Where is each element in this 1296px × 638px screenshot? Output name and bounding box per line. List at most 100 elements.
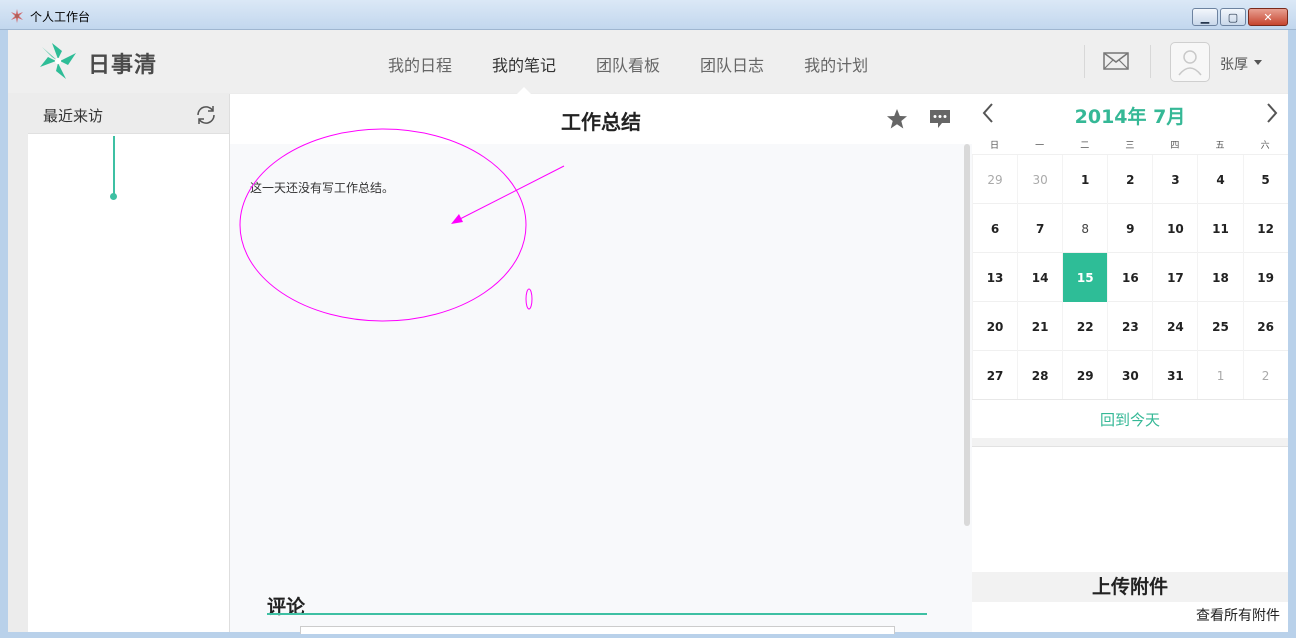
user-icon: [1178, 50, 1202, 76]
calendar-day[interactable]: 29: [972, 155, 1017, 204]
empty-note-text: 这一天还没有写工作总结。: [250, 181, 395, 195]
app-header: 日事清 我的日程 我的笔记 团队看板 团队日志 我的计划 张厚: [8, 30, 1288, 95]
calendar-week: 29 30 1 2 3 4 5: [972, 154, 1288, 204]
weekday-label: 一: [1035, 141, 1045, 151]
logo-icon[interactable]: [38, 41, 78, 81]
user-name[interactable]: 张厚: [1220, 54, 1248, 74]
calendar-day[interactable]: 6: [972, 204, 1017, 253]
calendar-day[interactable]: 30: [1017, 155, 1062, 204]
calendar-week: 13 14 15 16 17 18 19: [972, 252, 1288, 302]
weekday-label: 三: [1125, 141, 1135, 151]
calendar-day[interactable]: 25: [1197, 302, 1242, 351]
logo-text[interactable]: 日事清: [88, 47, 157, 79]
calendar-day[interactable]: 8: [1062, 204, 1107, 253]
annotation-small-ellipse: [525, 288, 533, 310]
close-button[interactable]: ✕: [1248, 8, 1288, 26]
view-all-attachments-link[interactable]: 查看所有附件: [1196, 605, 1280, 625]
header-divider: [1084, 45, 1085, 78]
nav-team-log[interactable]: 团队日志: [700, 52, 764, 76]
calendar-day[interactable]: 31: [1152, 351, 1197, 400]
nav-team-board[interactable]: 团队看板: [596, 52, 660, 76]
calendar-week: 6 7 8 9 10 11 12: [972, 203, 1288, 253]
app-frame: 日事清 我的日程 我的笔记 团队看板 团队日志 我的计划 张厚 最近来访 工作总…: [8, 30, 1288, 634]
header-divider: [1150, 45, 1151, 78]
annotation-arrow: [457, 165, 565, 221]
avatar[interactable]: [1170, 42, 1210, 82]
calendar-day[interactable]: 1: [1062, 155, 1107, 204]
attachments-area: [972, 446, 1288, 572]
calendar-day[interactable]: 13: [972, 253, 1017, 302]
calendar-day[interactable]: 10: [1152, 204, 1197, 253]
scrollbar[interactable]: [964, 144, 970, 526]
calendar-weekdays: 日 一 二 三 四 五 六: [972, 138, 1288, 151]
timeline-dot: [110, 193, 117, 200]
calendar: 2014年 7月 日 一 二 三 四 五 六 29 30 1 2 3 4 5 6…: [972, 94, 1288, 438]
maximize-button[interactable]: ▢: [1220, 8, 1246, 26]
calendar-day[interactable]: 14: [1017, 253, 1062, 302]
recent-visits-panel: 最近来访: [28, 94, 230, 632]
calendar-day[interactable]: 11: [1197, 204, 1242, 253]
annotation-arrowhead: [451, 214, 463, 224]
calendar-day[interactable]: 5: [1242, 155, 1288, 204]
back-to-today-link[interactable]: 回到今天: [972, 399, 1288, 439]
calendar-day[interactable]: 27: [972, 351, 1017, 400]
chevron-down-icon[interactable]: [1254, 60, 1262, 65]
comments-divider: [267, 613, 927, 615]
calendar-header: 2014年 7月: [972, 94, 1288, 134]
calendar-day[interactable]: 21: [1017, 302, 1062, 351]
view-all-attachments: 查看所有附件: [972, 602, 1288, 632]
weekday-label: 六: [1260, 141, 1270, 151]
calendar-day[interactable]: 24: [1152, 302, 1197, 351]
recent-visits-header: 最近来访: [28, 94, 229, 134]
upload-attachment-title[interactable]: 上传附件: [972, 572, 1288, 602]
calendar-week: 27 28 29 30 31 1 2: [972, 350, 1288, 400]
minimize-button[interactable]: ▁: [1192, 8, 1218, 26]
recent-visits-title: 最近来访: [43, 107, 104, 125]
note-header: 工作总结: [230, 94, 972, 144]
calendar-title: 2014年 7月: [1074, 106, 1186, 128]
refresh-icon[interactable]: [194, 104, 218, 126]
calendar-day[interactable]: 1: [1197, 351, 1242, 400]
calendar-day-selected[interactable]: 15: [1062, 253, 1108, 302]
calendar-day[interactable]: 2: [1242, 351, 1288, 400]
weekday-label: 二: [1080, 141, 1090, 151]
calendar-day[interactable]: 7: [1017, 204, 1062, 253]
timeline-line: [113, 136, 115, 196]
calendar-day[interactable]: 16: [1107, 253, 1152, 302]
weekday-label: 五: [1215, 141, 1225, 151]
nav-my-plan[interactable]: 我的计划: [804, 52, 868, 76]
note-panel: 工作总结 这一天还没有写工作总结。 评论: [230, 94, 972, 634]
mail-icon[interactable]: [1103, 52, 1129, 70]
main-nav: 我的日程 我的笔记 团队看板 团队日志 我的计划: [388, 52, 908, 95]
annotation-ellipse: [239, 128, 527, 322]
calendar-day[interactable]: 9: [1107, 204, 1152, 253]
weekday-label: 四: [1170, 141, 1180, 151]
calendar-day[interactable]: 23: [1107, 302, 1152, 351]
calendar-day[interactable]: 12: [1242, 204, 1288, 253]
right-panel: 2014年 7月 日 一 二 三 四 五 六 29 30 1 2 3 4 5 6…: [972, 94, 1288, 632]
weekday-label: 日: [990, 141, 1000, 151]
chevron-right-icon[interactable]: [1264, 102, 1280, 124]
calendar-day[interactable]: 20: [972, 302, 1017, 351]
calendar-day[interactable]: 19: [1242, 253, 1288, 302]
nav-my-schedule[interactable]: 我的日程: [388, 52, 452, 76]
calendar-day[interactable]: 26: [1242, 302, 1288, 351]
star-icon[interactable]: [886, 108, 908, 130]
calendar-day[interactable]: 3: [1152, 155, 1197, 204]
calendar-grid: 29 30 1 2 3 4 5 6 7 8 9 10 11 12 13 14 1…: [972, 154, 1288, 400]
nav-my-notes[interactable]: 我的笔记: [492, 52, 556, 95]
calendar-day[interactable]: 17: [1152, 253, 1197, 302]
calendar-day[interactable]: 2: [1107, 155, 1152, 204]
calendar-day[interactable]: 18: [1197, 253, 1242, 302]
calendar-day[interactable]: 29: [1062, 351, 1107, 400]
comment-input[interactable]: [300, 626, 895, 634]
calendar-day[interactable]: 28: [1017, 351, 1062, 400]
calendar-day[interactable]: 30: [1107, 351, 1152, 400]
calendar-day[interactable]: 22: [1062, 302, 1107, 351]
note-title: 工作总结: [561, 110, 641, 134]
comment-icon[interactable]: [928, 108, 952, 130]
window-titlebar: 个人工作台 ▁ ▢ ✕: [0, 0, 1296, 30]
app-icon: [11, 9, 23, 23]
window-title: 个人工作台: [30, 10, 91, 24]
calendar-day[interactable]: 4: [1197, 155, 1242, 204]
